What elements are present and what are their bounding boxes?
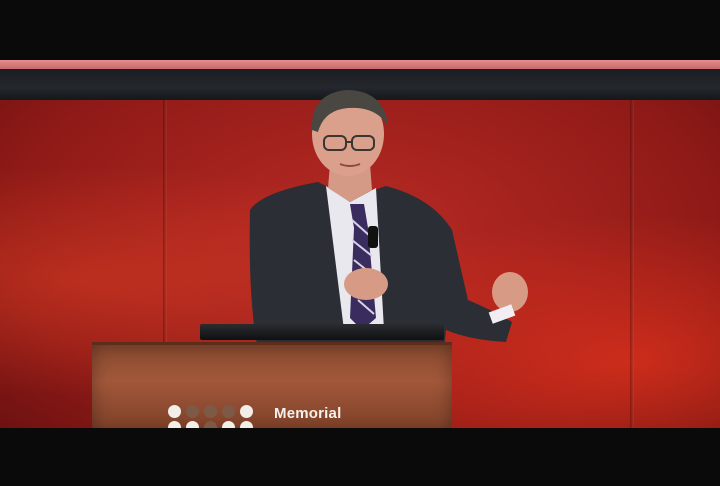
podium-monitor <box>200 324 444 340</box>
logo-dot <box>240 405 253 418</box>
letterbox-bottom <box>0 428 720 486</box>
letterbox-top <box>0 0 720 60</box>
logo-dot <box>222 405 235 418</box>
logo-dot <box>240 421 253 428</box>
podium-logo-dots <box>168 405 254 428</box>
logo-dot <box>168 421 181 428</box>
logo-dot <box>204 421 217 428</box>
logo-dot <box>186 405 199 418</box>
podium: Memorial <box>92 342 452 428</box>
logo-dot <box>204 405 217 418</box>
logo-dot <box>186 421 199 428</box>
logo-dot <box>168 405 181 418</box>
podium-logo-text: Memorial <box>274 405 342 422</box>
stage-scene: Memorial <box>0 60 720 428</box>
logo-dot <box>222 421 235 428</box>
